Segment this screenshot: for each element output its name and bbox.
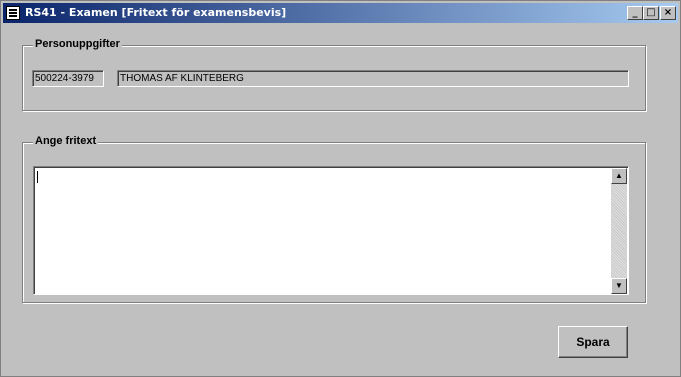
- maximize-button[interactable]: □: [643, 6, 659, 20]
- scroll-down-icon[interactable]: ▼: [611, 278, 627, 294]
- app-icon: [6, 6, 20, 20]
- scroll-up-icon[interactable]: ▲: [611, 168, 627, 184]
- personuppgifter-legend: Personuppgifter: [33, 38, 122, 50]
- fritext-legend: Ange fritext: [33, 135, 99, 147]
- text-caret: [37, 171, 38, 183]
- main-window: RS41 - Examen [Fritext för examensbevis]…: [0, 0, 681, 377]
- window-title: RS41 - Examen [Fritext för examensbevis]: [25, 6, 287, 19]
- minimize-button[interactable]: _: [627, 6, 643, 20]
- title-bar[interactable]: RS41 - Examen [Fritext för examensbevis]…: [3, 3, 678, 23]
- save-button[interactable]: Spara: [558, 326, 628, 358]
- personnummer-field: 500224-3979: [32, 70, 104, 87]
- vertical-scrollbar[interactable]: ▲ ▼: [611, 168, 627, 294]
- namn-field: THOMAS AF KLINTEBERG: [117, 70, 629, 87]
- fritext-textarea[interactable]: ▲ ▼: [33, 166, 629, 295]
- close-button[interactable]: ×: [660, 6, 676, 20]
